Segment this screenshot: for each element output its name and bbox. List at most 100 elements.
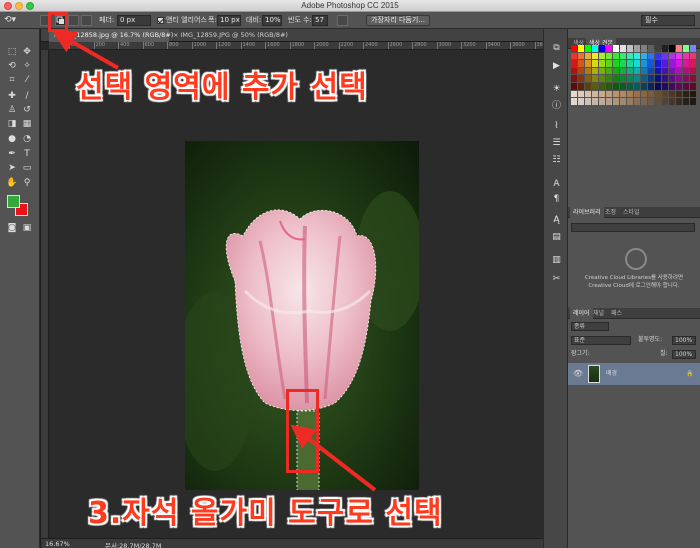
color-swatch[interactable] xyxy=(669,98,675,105)
color-swatch[interactable] xyxy=(627,83,633,90)
color-swatch[interactable] xyxy=(662,98,668,105)
color-swatch[interactable] xyxy=(606,75,612,82)
color-swatch[interactable] xyxy=(690,60,696,67)
color-swatch[interactable] xyxy=(634,98,640,105)
color-swatch[interactable] xyxy=(648,67,654,75)
color-swatch[interactable] xyxy=(648,45,654,52)
character-panel-icon[interactable]: A xyxy=(551,179,562,190)
color-swatch[interactable] xyxy=(641,75,647,82)
color-swatch[interactable] xyxy=(599,75,605,82)
color-swatch[interactable] xyxy=(606,60,612,67)
color-swatch[interactable] xyxy=(683,60,689,67)
color-swatch[interactable] xyxy=(620,67,626,75)
color-swatch[interactable] xyxy=(613,60,619,67)
color-swatch[interactable] xyxy=(571,98,577,105)
color-swatch[interactable] xyxy=(585,90,591,98)
color-swatch[interactable] xyxy=(690,52,696,60)
color-swatch[interactable] xyxy=(599,98,605,105)
width-input[interactable]: 10 px xyxy=(217,15,241,26)
gradient-tool-icon[interactable]: ▦ xyxy=(20,118,34,130)
color-swatch[interactable] xyxy=(599,45,605,52)
zoom-tool-icon[interactable]: ⚲ xyxy=(20,177,34,189)
color-swatch[interactable] xyxy=(606,90,612,98)
color-swatch[interactable] xyxy=(578,60,584,67)
history-panel-icon[interactable]: ⧉ xyxy=(551,43,562,54)
color-swatch[interactable] xyxy=(627,60,633,67)
color-swatch[interactable] xyxy=(634,90,640,98)
color-swatch[interactable] xyxy=(669,83,675,90)
color-swatch[interactable] xyxy=(613,52,619,60)
visibility-eye-icon[interactable]: 👁 xyxy=(573,369,583,379)
type-tool-icon[interactable]: T xyxy=(20,148,34,160)
layer-filter-dropdown[interactable]: 종류 xyxy=(571,322,609,331)
color-swatch[interactable] xyxy=(627,75,633,82)
color-swatch[interactable] xyxy=(669,45,675,52)
tools-preset-icon[interactable]: ✂ xyxy=(551,274,562,285)
tab-adjustments[interactable]: 조정 xyxy=(602,207,619,218)
lasso-tool-preset-icon[interactable]: ⟲▾ xyxy=(4,15,16,26)
color-swatch[interactable] xyxy=(578,98,584,105)
color-swatch[interactable] xyxy=(613,83,619,90)
tab-styles[interactable]: 스타일 xyxy=(620,207,643,218)
color-swatch[interactable] xyxy=(627,45,633,52)
zoom-level[interactable]: 16.67% xyxy=(45,540,70,548)
adjustments-panel-icon[interactable]: ☀ xyxy=(551,84,562,95)
color-swatch[interactable] xyxy=(613,67,619,75)
color-swatch[interactable] xyxy=(648,98,654,105)
color-swatch[interactable] xyxy=(606,83,612,90)
vertical-ruler[interactable] xyxy=(41,50,49,538)
eraser-tool-icon[interactable]: ◨ xyxy=(5,118,19,130)
color-swatch[interactable] xyxy=(634,75,640,82)
horizontal-ruler[interactable]: 0 200 400 600 800 1000 1200 1400 1600 1800 2000 220… xyxy=(49,42,543,50)
color-swatch[interactable] xyxy=(655,75,661,82)
color-swatch[interactable] xyxy=(676,75,682,82)
color-swatch[interactable] xyxy=(669,52,675,60)
blur-tool-icon[interactable]: ● xyxy=(5,133,19,145)
color-swatch[interactable] xyxy=(571,67,577,75)
screen-mode-icon[interactable]: ▣ xyxy=(20,222,34,234)
fill-input[interactable]: 100% xyxy=(672,350,696,359)
paths-panel-icon[interactable]: ☷ xyxy=(551,155,562,166)
color-swatch[interactable] xyxy=(655,98,661,105)
color-swatch[interactable] xyxy=(578,83,584,90)
color-swatch[interactable] xyxy=(571,90,577,98)
hand-tool-icon[interactable]: ✋ xyxy=(5,177,19,189)
color-swatch[interactable] xyxy=(634,83,640,90)
color-swatch[interactable] xyxy=(648,60,654,67)
color-swatch[interactable] xyxy=(585,98,591,105)
color-swatch[interactable] xyxy=(634,60,640,67)
paragraph-panel-icon[interactable]: ¶ xyxy=(551,194,562,205)
move-tool-icon[interactable]: ✥ xyxy=(20,46,34,58)
color-swatch[interactable] xyxy=(571,83,577,90)
color-swatch[interactable] xyxy=(606,52,612,60)
color-swatch[interactable] xyxy=(641,60,647,67)
color-swatch[interactable] xyxy=(683,45,689,52)
color-swatch[interactable] xyxy=(662,45,668,52)
color-swatch[interactable] xyxy=(690,90,696,98)
healing-brush-icon[interactable]: ✚ xyxy=(5,90,19,102)
color-swatch[interactable] xyxy=(585,83,591,90)
color-swatch[interactable] xyxy=(620,45,626,52)
color-swatch[interactable] xyxy=(655,83,661,90)
color-swatch[interactable] xyxy=(676,67,682,75)
color-swatch[interactable] xyxy=(662,75,668,82)
libraries-panel-icon[interactable]: ▤ xyxy=(551,232,562,243)
color-swatch[interactable] xyxy=(613,45,619,52)
refine-edge-button[interactable]: 가장자리 다듬기... xyxy=(366,15,430,26)
color-swatch[interactable] xyxy=(676,45,682,52)
pen-tool-icon[interactable]: ✒ xyxy=(5,148,19,160)
color-swatch[interactable] xyxy=(571,75,577,82)
blend-mode-dropdown[interactable]: 표준 xyxy=(571,336,631,345)
color-swatch[interactable] xyxy=(690,98,696,105)
color-swatch[interactable] xyxy=(690,83,696,90)
color-swatch[interactable] xyxy=(599,90,605,98)
tab-close-icon[interactable]: × xyxy=(173,31,181,39)
clone-stamp-icon[interactable]: ♙ xyxy=(5,104,19,116)
color-swatch[interactable] xyxy=(592,83,598,90)
color-swatch[interactable] xyxy=(585,67,591,75)
color-swatch[interactable] xyxy=(620,98,626,105)
color-swatch[interactable] xyxy=(662,52,668,60)
color-swatch[interactable] xyxy=(634,45,640,52)
color-swatch[interactable] xyxy=(676,98,682,105)
subtract-from-selection-icon[interactable] xyxy=(68,15,79,26)
